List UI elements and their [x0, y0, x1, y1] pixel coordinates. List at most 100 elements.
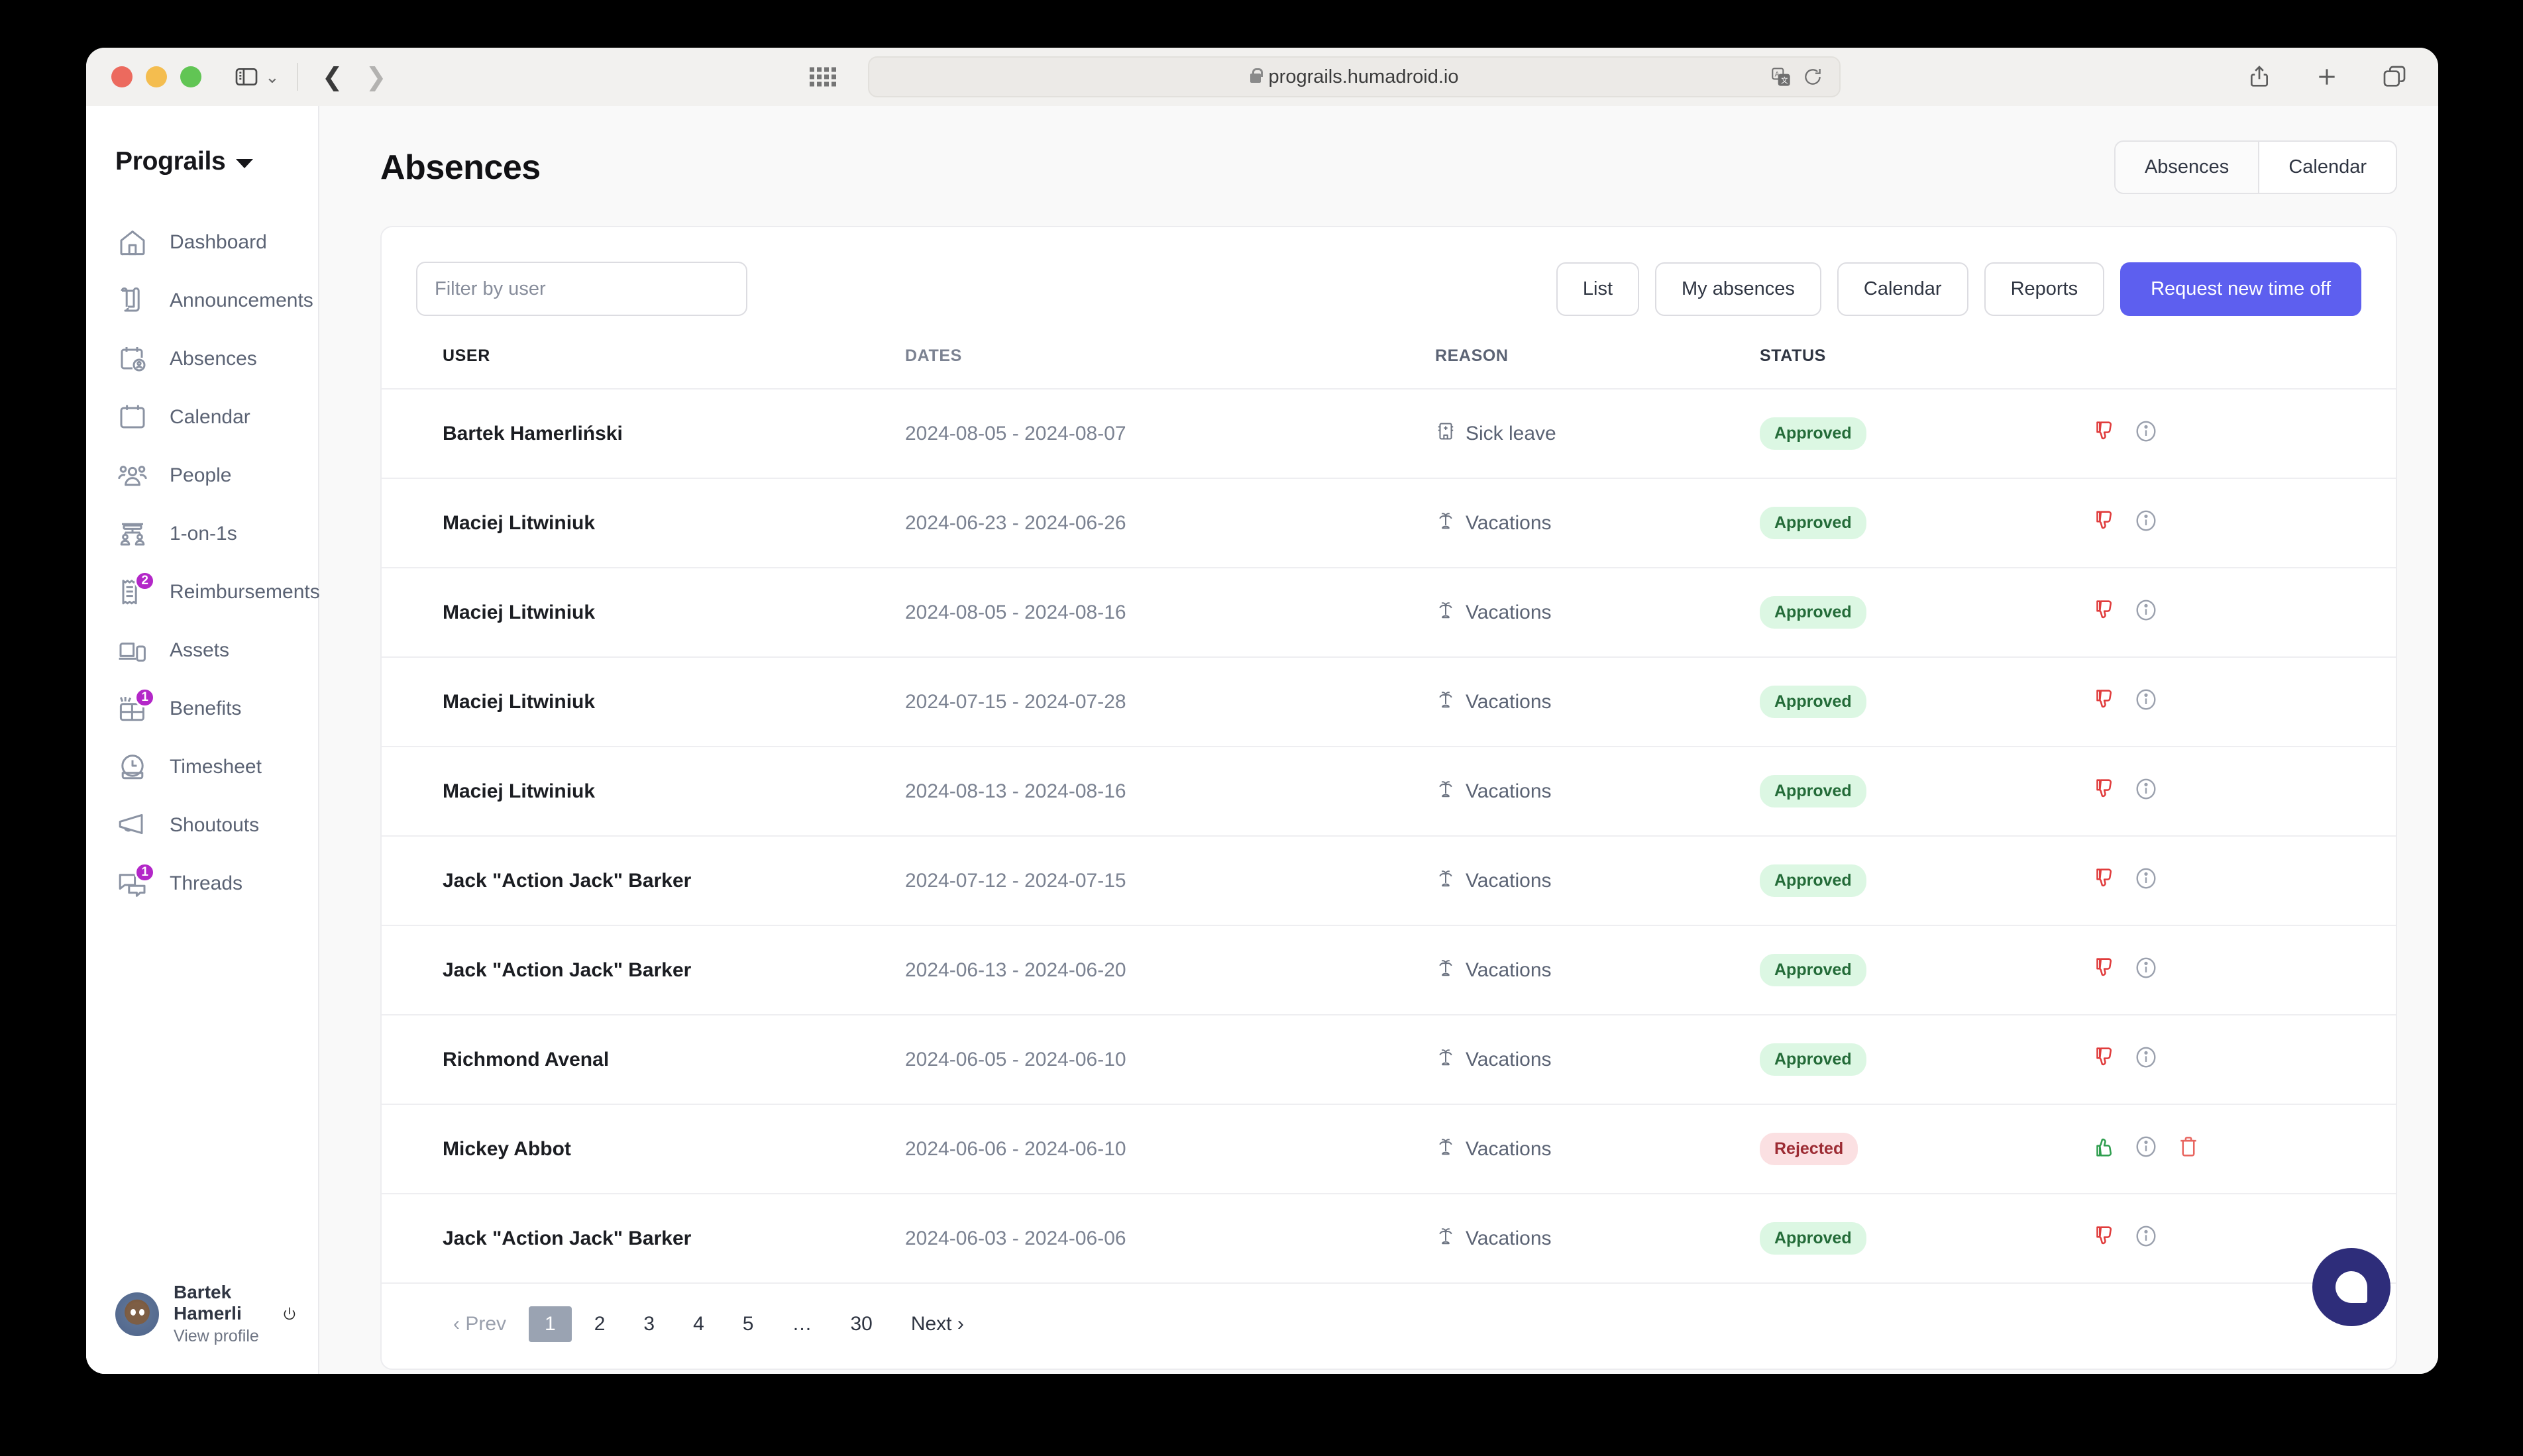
thumbs-down-icon[interactable] [2091, 1223, 2116, 1254]
info-icon[interactable] [2133, 1134, 2159, 1165]
reason-label: Vacations [1466, 1137, 1552, 1160]
share-icon[interactable] [2246, 64, 2273, 90]
lock-icon [1250, 68, 1263, 83]
pagination-next[interactable]: Next › [895, 1306, 980, 1342]
pagination-prev[interactable]: ‹ Prev [437, 1306, 522, 1342]
calendar-button[interactable]: Calendar [1837, 262, 1968, 316]
table-row[interactable]: Maciej Litwiniuk 2024-08-05 - 2024-08-16 V… [382, 567, 2396, 657]
pagination-page-30[interactable]: 30 [834, 1306, 888, 1342]
thumbs-down-icon[interactable] [2091, 866, 2116, 896]
pagination-page-3[interactable]: 3 [627, 1306, 671, 1342]
sidebar-nav: Dashboard Announcements Absences Calenda… [86, 213, 320, 913]
address-bar[interactable]: prograils.humadroid.io A 文 [868, 56, 1841, 97]
thumbs-down-icon[interactable] [2091, 955, 2116, 986]
filter-by-user-input[interactable] [416, 262, 747, 316]
column-header-dates: DATES [905, 346, 962, 365]
back-arrow-icon[interactable]: ❮ [322, 64, 343, 89]
table-row[interactable]: Jack "Action Jack" Barker 2024-06-03 - 20… [382, 1193, 2396, 1282]
thumbs-down-icon[interactable] [2091, 419, 2116, 449]
tab-calendar[interactable]: Calendar [2258, 142, 2396, 193]
pagination-page-4[interactable]: 4 [677, 1306, 720, 1342]
info-icon[interactable] [2133, 866, 2159, 896]
sidebar-item-timesheet[interactable]: Timesheet [86, 738, 318, 796]
chat-widget-button[interactable] [2312, 1248, 2390, 1326]
card-toolbar: List My absences Calendar Reports Reques… [382, 227, 2396, 346]
sidebar-item-threads[interactable]: 1 Threads [86, 855, 318, 913]
reason-label: Vacations [1466, 601, 1552, 623]
palm-tree-icon [1435, 510, 1456, 537]
reload-icon[interactable] [1802, 66, 1823, 87]
translate-icon[interactable]: A 文 [1770, 66, 1792, 87]
info-icon[interactable] [2133, 687, 2159, 717]
thumbs-down-icon[interactable] [2091, 776, 2116, 807]
cell-dates: 2024-08-05 - 2024-08-16 [905, 567, 1435, 657]
sidebar-item-benefits[interactable]: 1 Benefits [86, 680, 318, 738]
table-row[interactable]: Jack "Action Jack" Barker 2024-07-12 - 20… [382, 835, 2396, 925]
info-icon[interactable] [2133, 955, 2159, 986]
address-bar-actions: A 文 [1770, 66, 1823, 87]
sidebar-item-dashboard[interactable]: Dashboard [86, 213, 318, 272]
table-row[interactable]: Maciej Litwiniuk 2024-08-13 - 2024-08-16 V… [382, 746, 2396, 836]
table-row[interactable]: Maciej Litwiniuk 2024-07-15 - 2024-07-28 V… [382, 656, 2396, 747]
list-button[interactable]: List [1556, 262, 1640, 316]
pagination-page-5[interactable]: 5 [727, 1306, 770, 1342]
info-icon[interactable] [2133, 776, 2159, 807]
thumbs-down-icon[interactable] [2091, 687, 2116, 717]
sidebar-item-shoutouts[interactable]: Shoutouts [86, 796, 318, 855]
forward-arrow-icon[interactable]: ❯ [366, 64, 387, 89]
sidebar-item-label: Assets [170, 639, 230, 661]
profile-section[interactable]: Bartek Hamerli View profile [86, 1282, 318, 1374]
calendar-user-icon [115, 342, 150, 376]
brand-switcher[interactable]: Prograils [86, 106, 318, 176]
cell-dates: 2024-06-05 - 2024-06-10 [905, 1014, 1435, 1104]
sidebar-item-label: Absences [170, 348, 257, 370]
one-on-one-icon [115, 517, 150, 551]
table-row[interactable]: Jack "Action Jack" Barker 2024-06-13 - 20… [382, 925, 2396, 1015]
close-window-button[interactable] [111, 66, 133, 87]
profile-text: Bartek Hamerli View profile [174, 1282, 262, 1346]
maximize-window-button[interactable] [180, 66, 201, 87]
chat-icon: 1 [115, 862, 155, 901]
tab-absences[interactable]: Absences [2116, 142, 2258, 193]
cell-user: Richmond Avenal [382, 1014, 905, 1104]
info-icon[interactable] [2133, 1223, 2159, 1254]
column-header-user: USER [443, 346, 490, 365]
trash-icon[interactable] [2176, 1134, 2201, 1165]
apps-grid-icon[interactable] [810, 67, 836, 87]
table-row[interactable]: Maciej Litwiniuk 2024-06-23 - 2024-06-26 V… [382, 478, 2396, 568]
profile-name: Bartek Hamerli [174, 1282, 242, 1324]
power-icon[interactable] [281, 1302, 298, 1327]
cell-user: Bartek Hamerliński [382, 388, 905, 478]
thumbs-down-icon[interactable] [2091, 598, 2116, 628]
info-icon[interactable] [2133, 598, 2159, 628]
sidebar-item-people[interactable]: People [86, 446, 318, 505]
view-profile-link[interactable]: View profile [174, 1327, 262, 1346]
info-icon[interactable] [2133, 508, 2159, 539]
thumbs-up-icon[interactable] [2091, 1134, 2116, 1165]
info-icon[interactable] [2133, 1045, 2159, 1075]
sidebar-item-1-on-1s[interactable]: 1-on-1s [86, 505, 318, 563]
thumbs-down-icon[interactable] [2091, 1045, 2116, 1075]
laptop-phone-icon [115, 633, 150, 668]
minimize-window-button[interactable] [146, 66, 167, 87]
request-new-time-off-button[interactable]: Request new time off [2120, 262, 2361, 316]
sidebar-toggle-button[interactable]: ⌄ [233, 64, 280, 90]
sidebar-item-announcements[interactable]: Announcements [86, 272, 318, 330]
thumbs-down-icon[interactable] [2091, 508, 2116, 539]
sidebar-item-reimbursements[interactable]: 2 Reimbursements [86, 563, 320, 621]
my-absences-button[interactable]: My absences [1655, 262, 1821, 316]
pagination-page-1[interactable]: 1 [529, 1306, 572, 1342]
sidebar-item-absences[interactable]: Absences [86, 330, 318, 388]
sidebar-item-assets[interactable]: Assets [86, 621, 318, 680]
table-row[interactable]: Mickey Abbot 2024-06-06 - 2024-06-10 Vacat… [382, 1104, 2396, 1194]
avatar [115, 1292, 159, 1336]
sidebar-item-calendar[interactable]: Calendar [86, 388, 318, 446]
table-row[interactable]: Richmond Avenal 2024-06-05 - 2024-06-10 Va… [382, 1014, 2396, 1104]
info-icon[interactable] [2133, 419, 2159, 449]
tab-overview-icon[interactable] [2381, 64, 2408, 90]
pagination-page-2[interactable]: 2 [578, 1306, 621, 1342]
table-row[interactable]: Bartek Hamerliński 2024-08-05 - 2024-08-0… [382, 388, 2396, 478]
gift-icon: 1 [115, 688, 155, 726]
plus-icon[interactable] [2314, 64, 2340, 90]
reports-button[interactable]: Reports [1984, 262, 2105, 316]
